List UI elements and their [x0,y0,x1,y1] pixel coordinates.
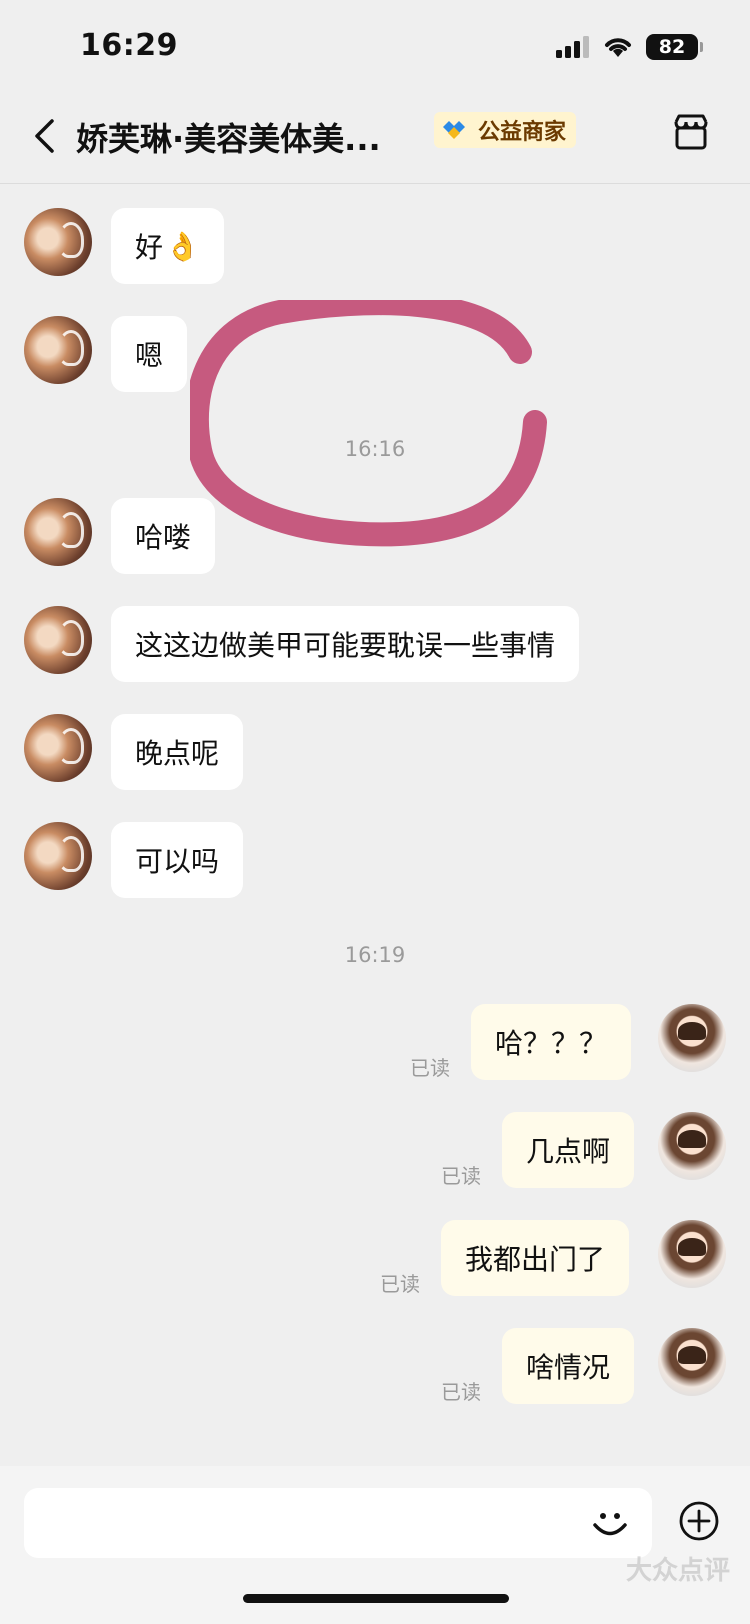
wifi-icon [605,38,631,57]
add-attachment-button[interactable] [678,1500,720,1542]
message-text: 可以吗 [135,845,220,878]
message-text: 嗯 [135,339,164,372]
emoji-button[interactable] [586,1498,634,1546]
user-avatar[interactable] [658,1328,726,1396]
message-bubble[interactable]: 晚点呢 [111,714,244,790]
read-status: 已读 [380,1272,420,1296]
message-text: 好 [135,231,164,264]
message-bubble[interactable]: 这这边做美甲可能要耽误一些事情 [111,606,580,682]
ok-hand-emoji: 👌 [165,229,200,263]
message-bubble[interactable]: 哈喽 [111,498,216,574]
status-icons: 82 [556,34,703,60]
merchant-avatar[interactable] [24,822,92,890]
home-indicator[interactable] [243,1594,509,1603]
message-text: 这这边做美甲可能要耽误一些事情 [135,629,556,662]
message-text: 哈？？？ [495,1027,608,1060]
message-text: 几点啊 [526,1135,611,1168]
plus-icon [679,1501,719,1541]
message-text: 晚点呢 [135,737,220,770]
signal-icon [556,36,589,58]
user-avatar[interactable] [658,1112,726,1180]
merchant-avatar[interactable] [24,714,92,782]
message-bubble[interactable]: 啥情况 [502,1328,635,1404]
message-bubble[interactable]: 几点啊 [502,1112,635,1188]
back-arrow-icon [35,119,54,153]
user-avatar[interactable] [658,1220,726,1288]
timestamp: 16:16 [344,437,406,461]
chat-title[interactable]: 娇芙琳·美容美体美... [76,114,381,160]
annotation-circle [190,300,547,547]
input-bar: 大众点评 [0,1466,750,1624]
message-text: 哈喽 [135,521,192,554]
message-text: 啥情况 [526,1351,611,1384]
chat-screen: 16:29 82 娇芙琳·美容美体美... 公益商家 好 👌 嗯 16:16 哈… [0,0,750,1624]
store-button[interactable] [670,112,712,154]
read-status: 已读 [410,1056,450,1080]
merchant-avatar[interactable] [24,606,92,674]
watermark: 大众点评 [625,1556,730,1586]
charity-merchant-badge[interactable]: 公益商家 [434,112,577,148]
store-icon [674,114,708,150]
merchant-avatar[interactable] [24,498,92,566]
merchant-avatar[interactable] [24,208,92,276]
read-status: 已读 [441,1380,481,1404]
message-text: 我都出门了 [465,1243,606,1276]
message-bubble[interactable]: 哈？？？ [471,1004,632,1080]
merchant-avatar[interactable] [24,316,92,384]
emoji-icon [593,1513,627,1536]
user-avatar[interactable] [658,1004,726,1072]
timestamp: 16:19 [344,943,406,967]
message-bubble[interactable]: 我都出门了 [441,1220,630,1296]
battery-indicator: 82 [646,34,703,60]
badge-label: 公益商家 [478,120,567,145]
message-bubble[interactable]: 好 👌 [111,208,224,284]
message-input[interactable] [24,1488,652,1558]
back-button[interactable] [24,112,64,160]
status-time: 16:29 [80,28,178,63]
read-status: 已读 [441,1164,481,1188]
chat-header: 娇芙琳·美容美体美... 公益商家 [0,100,750,184]
message-bubble[interactable]: 嗯 [111,316,188,392]
message-bubble[interactable]: 可以吗 [111,822,244,898]
badge-diamond-icon [443,121,465,139]
